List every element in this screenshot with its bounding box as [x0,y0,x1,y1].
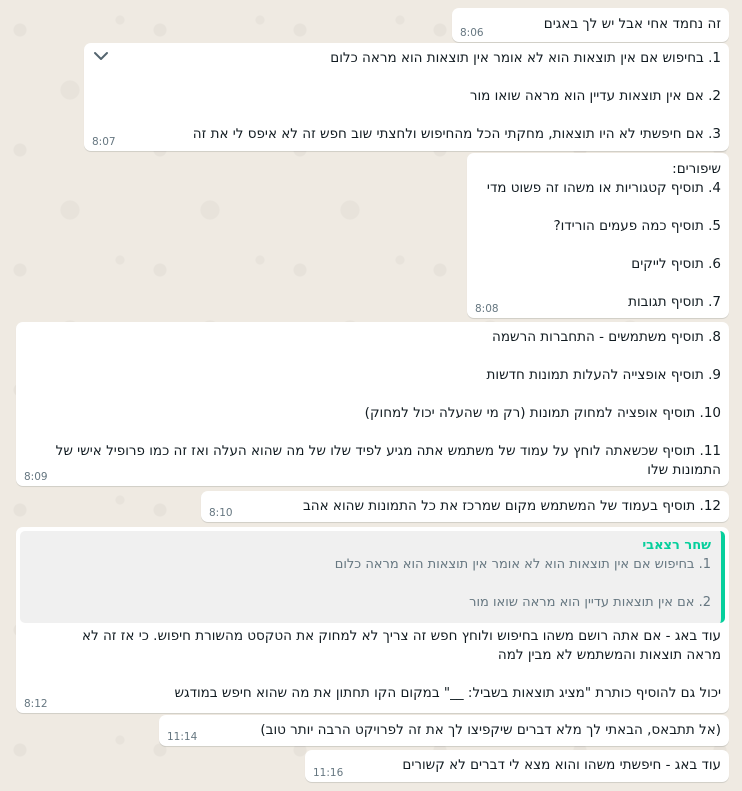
message-bubble[interactable]: 1. בחיפוש אם אין תוצאות הוא לא אומר אין … [84,43,729,151]
message-text: מראה תוצאות והמשתמש לא מבין למה [497,647,721,663]
message-text: 3. אם חיפשתי לא היו תוצאות, מחקתי הכל מה… [192,126,721,142]
message-text: 6. תוסיף לייקים [631,256,721,272]
message-bubble[interactable]: (אל תתבאס, הבאתי לך מלא דברים שיקפיצו לך… [159,715,729,746]
chat-area: זה נחמד אחי אבל יש לך באגים 8:06 1. בחיפ… [0,0,742,791]
line-break [475,236,721,255]
line-break [475,198,721,217]
message-time: 8:10 [209,507,233,519]
message-text: 8. תוסיף משתמשים - התחברות הרשמה [492,329,721,345]
message-text: יכול גם להוסיף כותרת "מציג תוצאות בשביל:… [174,685,721,701]
message-text: 4. תוסיף קטגוריות או משהו זה פשוט מדי [486,180,721,196]
message-text: 2. אם אין תוצאות עדיין הוא מראה שואו מור [469,88,721,104]
message-bubble[interactable]: עוד באג - חיפשתי משהו והוא מצא לי דברים … [305,750,729,782]
message-text: 5. תוסיף כמה פעמים הורידו? [553,218,721,234]
line-break [24,423,721,442]
message-text: 1. בחיפוש אם אין תוצאות הוא לא אומר אין … [330,50,721,66]
message-text: 9. תוסיף אופצייה להעלות תמונות חדשות [486,367,721,383]
message-time: 11:16 [313,767,344,779]
quoted-text: 2. אם אין תוצאות עדיין הוא מראה שואו מור [469,595,711,610]
line-break [116,106,721,125]
message-text: (אל תתבאס, הבאתי לך מלא דברים שיקפיצו לך… [260,722,721,738]
line-break [116,68,721,87]
message-body: עוד באג - אם אתה רושם משהו בחיפוש ולוחץ … [24,627,725,703]
line-break [24,665,721,684]
message-bubble[interactable]: 12. תוסיף בעמוד של המשתמש מקום שמרכז את … [201,491,729,522]
line-break [30,574,711,593]
message-time: 8:07 [92,136,116,148]
message-time: 8:09 [24,471,48,483]
message-text: 11. תוסיף שכשאתה לוחץ על עמוד של משתמש א… [55,443,721,459]
message-time: 8:08 [475,303,499,315]
line-break [24,347,721,366]
message-text: זה נחמד אחי אבל יש לך באגים [543,16,721,32]
message-bubble[interactable]: שחר רצאבי 1. בחיפוש אם אין תוצאות הוא לא… [16,527,729,713]
message-time: 8:06 [460,27,484,39]
message-bubble[interactable]: זה נחמד אחי אבל יש לך באגים 8:06 [452,8,729,42]
line-break [24,385,721,404]
message-text: 7. תוסיף תגובות [628,294,721,310]
message-bubble[interactable]: 8. תוסיף משתמשים - התחברות הרשמה 9. תוסי… [16,322,729,486]
quoted-author: שחר רצאבי [642,538,711,553]
line-break [475,274,721,293]
message-text: שיפורים: [672,161,721,177]
message-text: התמונות שלו [647,462,721,478]
message-text: עוד באג - אם אתה רושם משהו בחיפוש ולוחץ … [81,628,721,644]
quoted-text: 1. בחיפוש אם אין תוצאות הוא לא אומר אין … [334,557,711,572]
message-text: עוד באג - חיפשתי משהו והוא מצא לי דברים … [402,757,721,773]
quoted-message[interactable]: שחר רצאבי 1. בחיפוש אם אין תוצאות הוא לא… [20,531,725,623]
message-time: 11:14 [167,731,198,743]
message-time: 8:12 [24,698,48,710]
message-bubble[interactable]: שיפורים: 4. תוסיף קטגוריות או משהו זה פש… [467,153,729,318]
message-text: 10. תוסיף אופציה למחוק תמונות (רק מי שהע… [364,405,721,421]
message-text: 12. תוסיף בעמוד של המשתמש מקום שמרכז את … [302,498,721,514]
chevron-down-icon[interactable] [92,49,110,63]
